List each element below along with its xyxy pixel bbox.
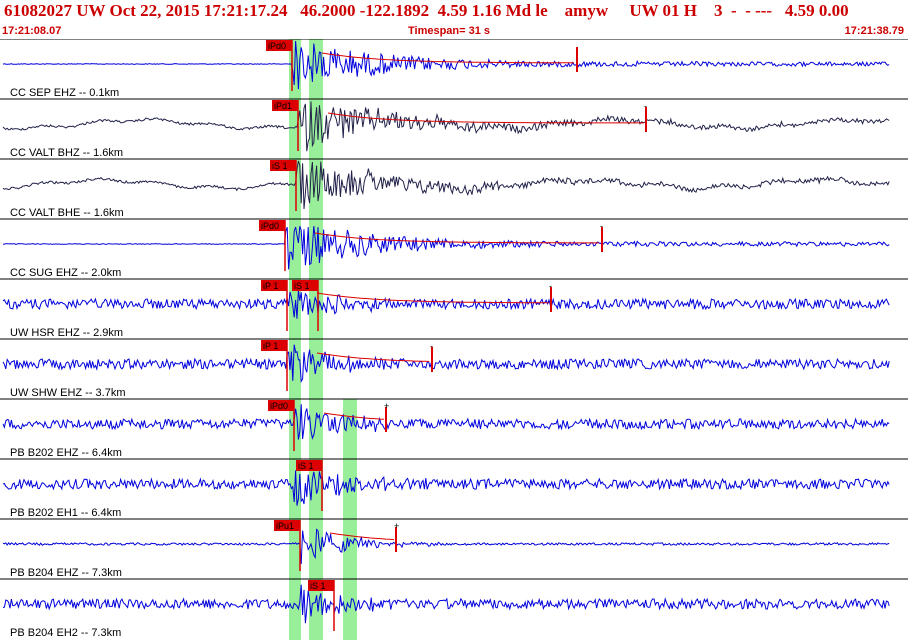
channel-label: PB B202 EH1 -- 6.4km <box>10 507 121 519</box>
waveform-trace <box>2 528 890 565</box>
s-pick-text: iS 1 <box>294 281 310 291</box>
p-pick-text: iPd0 <box>268 41 286 51</box>
seismogram-panel[interactable]: iPd0 CC SEP EHZ -- 0.1km iPd1 - CC VALT BHZ … <box>0 39 908 640</box>
coda-sign: - <box>600 221 603 231</box>
p-pick-text: iP 1 <box>263 341 278 351</box>
waveform-trace <box>2 290 890 319</box>
time-axis-header: 17:21:08.07 Timespan= 31 s 17:21:38.79 <box>0 23 908 39</box>
waveform-trace <box>2 584 890 624</box>
waveform-trace <box>2 404 890 440</box>
waveform-trace <box>2 101 890 152</box>
coda-sign: - <box>430 341 433 351</box>
channel-label: CC SUG EHZ -- 2.0km <box>10 267 121 279</box>
event-summary-title: 61082027 UW Oct 22, 2015 17:21:17.24 46.… <box>4 1 849 20</box>
start-time: 17:21:08.07 <box>2 25 62 37</box>
coda-sign: + <box>384 401 389 411</box>
s-pick-text: iS 1 <box>298 461 314 471</box>
channel-label: CC SEP EHZ -- 0.1km <box>10 87 119 99</box>
p-pick-text: iPu1 <box>276 521 294 531</box>
waveform-trace <box>2 344 890 384</box>
p-pick-text: iPd0 <box>270 401 288 411</box>
p-pick-text: iPd0 <box>261 221 279 231</box>
waveform-trace <box>2 40 890 90</box>
p-pick-text: iP 1 <box>263 281 278 291</box>
channel-label: CC VALT BHZ -- 1.6km <box>10 147 123 159</box>
timespan-label: Timespan= 31 s <box>408 25 491 37</box>
s-pick-text: iS 1 <box>310 581 326 591</box>
coda-sign: + <box>394 521 399 531</box>
coda-curve <box>316 292 549 304</box>
coda-sign: - <box>549 281 552 291</box>
s-pick-text: iS 1 <box>272 161 288 171</box>
coda-sign: - <box>644 101 647 111</box>
waveform-trace <box>2 226 890 270</box>
waveform-trace <box>2 470 890 506</box>
end-time: 17:21:38.79 <box>844 25 904 37</box>
channel-label: CC VALT BHE -- 1.6km <box>10 207 124 219</box>
channel-label: PB B202 EHZ -- 6.4km <box>10 447 122 459</box>
channel-label: PB B204 EH2 -- 7.3km <box>10 627 121 639</box>
channel-label: UW SHW EHZ -- 3.7km <box>10 387 126 399</box>
channel-label: UW HSR EHZ -- 2.9km <box>10 327 123 339</box>
waveform-trace <box>2 160 890 210</box>
p-pick-text: iPd1 <box>274 101 292 111</box>
coda-curve <box>321 52 575 64</box>
channel-label: PB B204 EHZ -- 7.3km <box>10 567 122 579</box>
